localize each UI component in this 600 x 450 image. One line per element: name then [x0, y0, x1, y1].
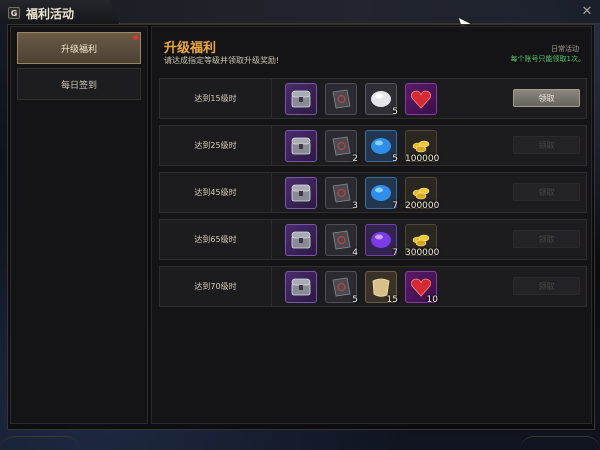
book-icon[interactable]: 5: [325, 271, 358, 305]
level-requirement: 达到15级时: [160, 79, 272, 118]
reward-row: 达到25级时 2 5 100000 领取: [159, 125, 587, 166]
level-requirement: 达到65级时: [160, 220, 272, 259]
item-quantity: 5: [392, 154, 398, 164]
reward-row: 达到65级时 4 7 300000 领取: [159, 219, 587, 260]
reward-row: 达到70级时 5 15 10 领取: [159, 266, 587, 307]
sidebar-item-label: 每日签到: [60, 80, 97, 91]
white-orb-icon[interactable]: 5: [365, 83, 398, 117]
daily-activity-label: 日常活动: [551, 45, 579, 53]
claim-button[interactable]: 领取: [513, 277, 580, 295]
notification-badge: [133, 35, 138, 40]
item-quantity: 10: [426, 295, 438, 305]
level-requirement: 达到45级时: [160, 173, 272, 212]
book-icon[interactable]: [325, 83, 357, 115]
window-title: 福利活动: [26, 7, 75, 21]
item-quantity: 300000: [405, 248, 440, 258]
level-requirement: 达到25级时: [160, 126, 272, 165]
claim-button[interactable]: 领取: [513, 230, 580, 248]
claim-limit-note: 每个账号只能领取1次。: [510, 55, 585, 63]
chest-icon[interactable]: [285, 224, 317, 256]
page-title: 升级福利: [164, 41, 217, 56]
item-quantity: 4: [352, 248, 358, 258]
red-heart-gem-icon[interactable]: 10: [405, 271, 438, 305]
gold-coin-icon[interactable]: 300000: [405, 224, 440, 258]
sidebar: 升级福利 每日签到: [10, 26, 148, 424]
page-subtitle: 请达成指定等级并领取升级奖励!: [164, 56, 280, 65]
red-heart-gem-icon[interactable]: [405, 83, 437, 115]
reward-row: 达到45级时 3 7 200000 领取: [159, 172, 587, 213]
book-icon[interactable]: 3: [325, 177, 358, 211]
claim-button[interactable]: 领取: [513, 136, 580, 154]
book-icon[interactable]: 4: [325, 224, 358, 258]
reward-row: 达到15级时 5 领取: [159, 78, 587, 119]
title-bar: G 福利活动 ✕: [0, 0, 600, 24]
bottom-ornament-left: [0, 436, 80, 450]
sidebar-item-level-welfare[interactable]: 升级福利: [17, 32, 141, 64]
sidebar-item-label: 升级福利: [60, 44, 97, 55]
item-quantity: 100000: [405, 154, 440, 164]
chest-icon[interactable]: [285, 130, 317, 162]
claim-button[interactable]: 领取: [513, 89, 580, 107]
item-quantity: 7: [392, 201, 398, 211]
blue-orb-icon[interactable]: 7: [365, 177, 398, 211]
level-requirement: 达到70级时: [160, 267, 272, 306]
book-icon[interactable]: 2: [325, 130, 358, 164]
chest-icon[interactable]: [285, 83, 317, 115]
chest-icon[interactable]: [285, 177, 317, 209]
item-quantity: 5: [392, 107, 398, 117]
item-quantity: 7: [392, 248, 398, 258]
gold-coin-icon[interactable]: 100000: [405, 130, 440, 164]
item-quantity: 15: [386, 295, 398, 305]
close-button[interactable]: ✕: [580, 5, 594, 19]
item-quantity: 200000: [405, 201, 440, 211]
purple-orb-icon[interactable]: 7: [365, 224, 398, 258]
gold-coin-icon[interactable]: 200000: [405, 177, 440, 211]
scroll-icon[interactable]: 15: [365, 271, 398, 305]
sidebar-item-daily-checkin[interactable]: 每日签到: [17, 68, 141, 100]
game-logo-icon: G: [8, 7, 20, 19]
claim-button[interactable]: 领取: [513, 183, 580, 201]
chest-icon[interactable]: [285, 271, 317, 303]
item-quantity: 3: [352, 201, 358, 211]
main-panel: 升级福利 请达成指定等级并领取升级奖励! 日常活动 每个账号只能领取1次。 达到…: [151, 26, 592, 424]
item-quantity: 5: [352, 295, 358, 305]
item-quantity: 2: [352, 154, 358, 164]
bottom-ornament-right: [520, 436, 600, 450]
blue-orb-icon[interactable]: 5: [365, 130, 398, 164]
